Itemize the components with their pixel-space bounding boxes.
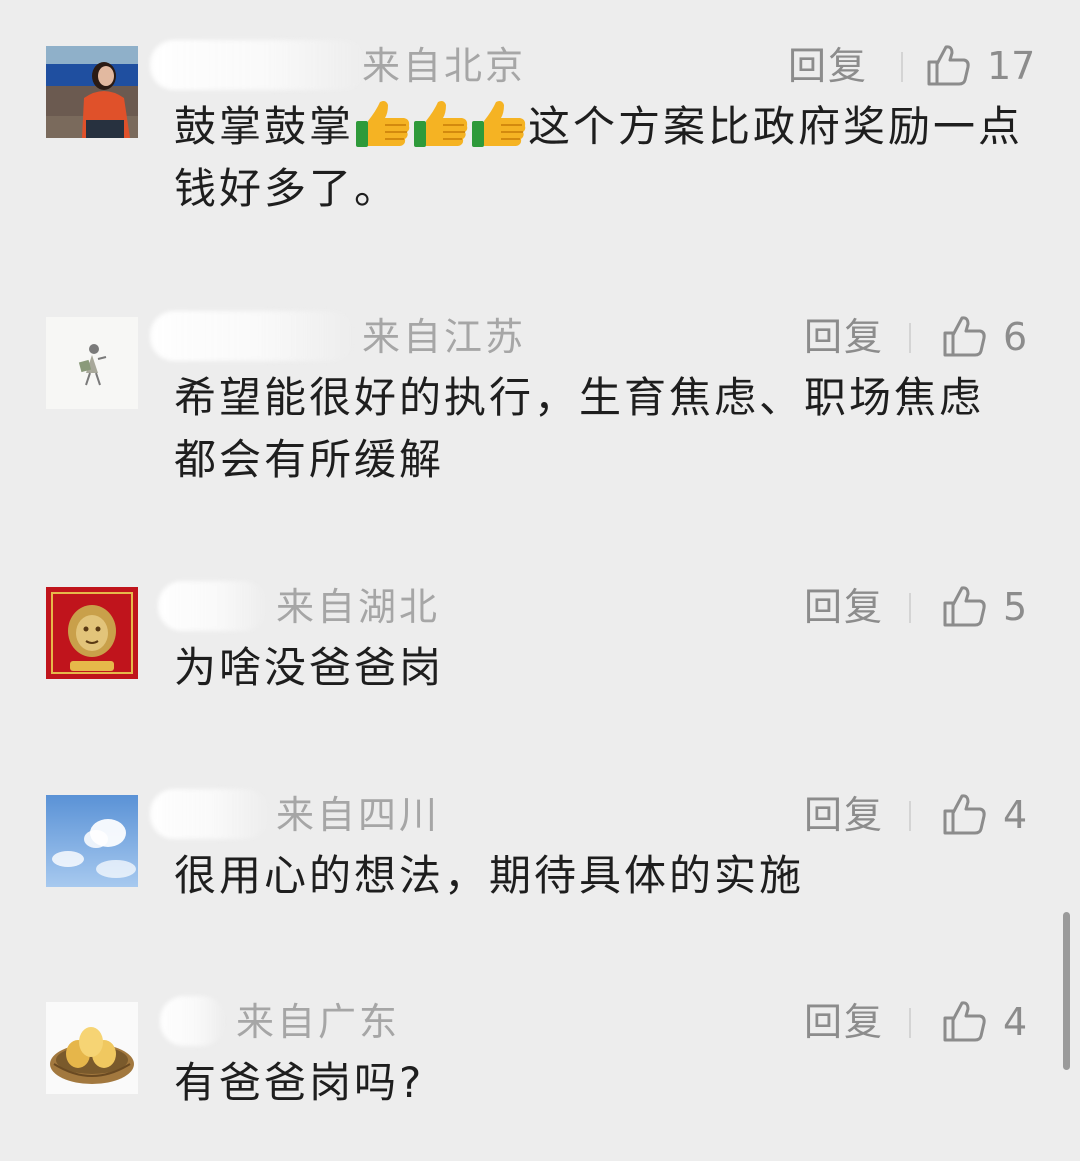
avatar[interactable] (46, 587, 138, 679)
like-button[interactable]: 5 (941, 581, 1035, 631)
comment-text: 希望能很好的执行，生育焦虑、职场焦虑都会有所缓解 (174, 373, 985, 484)
avatar-sketch-figure-icon (46, 317, 138, 409)
avatar[interactable] (46, 795, 138, 887)
action-divider (909, 1008, 911, 1038)
like-count: 17 (987, 44, 1036, 88)
like-button[interactable]: 17 (925, 40, 1035, 90)
comment-text: 有爸爸岗吗? (174, 1058, 425, 1107)
like-count: 4 (1003, 793, 1028, 837)
thumbs-up-outline-icon (927, 45, 970, 86)
avatar-golden-eggs-nest-icon (46, 1002, 138, 1094)
comment-location: 来自北京 (362, 44, 527, 88)
reply-button[interactable]: 回复 (804, 315, 884, 359)
thumbs-up-emoji (414, 101, 468, 147)
like-button[interactable]: 4 (941, 789, 1035, 839)
avatar[interactable] (46, 317, 138, 409)
like-count: 5 (1003, 585, 1028, 629)
masked-username (150, 40, 368, 90)
thumbs-up-outline-icon (943, 794, 986, 835)
avatar-golden-lion-icon (46, 587, 138, 679)
reply-button[interactable]: 回复 (804, 585, 884, 629)
comment-text: 很用心的想法，期待具体的实施 (174, 851, 805, 900)
masked-username (158, 581, 268, 631)
scrollbar[interactable] (1063, 912, 1070, 1070)
thumbs-up-emoji (356, 101, 410, 147)
action-divider (909, 593, 911, 623)
reply-button[interactable]: 回复 (804, 1000, 884, 1044)
like-count: 4 (1003, 1000, 1028, 1044)
masked-username (160, 996, 226, 1046)
thumbs-up-outline-icon (943, 586, 986, 627)
reply-button[interactable]: 回复 (804, 793, 884, 837)
comment-location: 来自四川 (276, 793, 441, 837)
comment-location: 来自湖北 (276, 585, 441, 629)
action-divider (901, 52, 903, 82)
like-count: 6 (1003, 315, 1028, 359)
like-button[interactable]: 4 (941, 996, 1035, 1046)
avatar[interactable] (46, 46, 138, 138)
comment-text: 鼓掌鼓掌 这个方案比政府奖励一点钱好多了。 (174, 96, 1024, 220)
avatar[interactable] (46, 1002, 138, 1094)
action-divider (909, 801, 911, 831)
masked-username (150, 311, 356, 361)
like-button[interactable]: 6 (941, 311, 1035, 361)
action-divider (909, 323, 911, 353)
comment-location: 来自江苏 (362, 315, 527, 359)
comment-text: 为啥没爸爸岗 (174, 643, 445, 692)
masked-username (150, 789, 270, 839)
avatar-sky-cloud-icon (46, 795, 138, 887)
avatar-photo-woman-by-train-icon (46, 46, 138, 138)
thumbs-up-outline-icon (943, 316, 986, 357)
reply-button[interactable]: 回复 (788, 44, 868, 88)
thumbs-up-emoji (472, 101, 526, 147)
comment-text-before: 鼓掌鼓掌 (174, 102, 355, 151)
comment-location: 来自广东 (236, 1000, 401, 1044)
comment-list: 来自北京 回复 17 鼓掌鼓掌这个方案比政府奖励一点钱好多了。 来自江苏 回复 (0, 0, 1080, 1161)
thumbs-up-outline-icon (943, 1001, 986, 1042)
